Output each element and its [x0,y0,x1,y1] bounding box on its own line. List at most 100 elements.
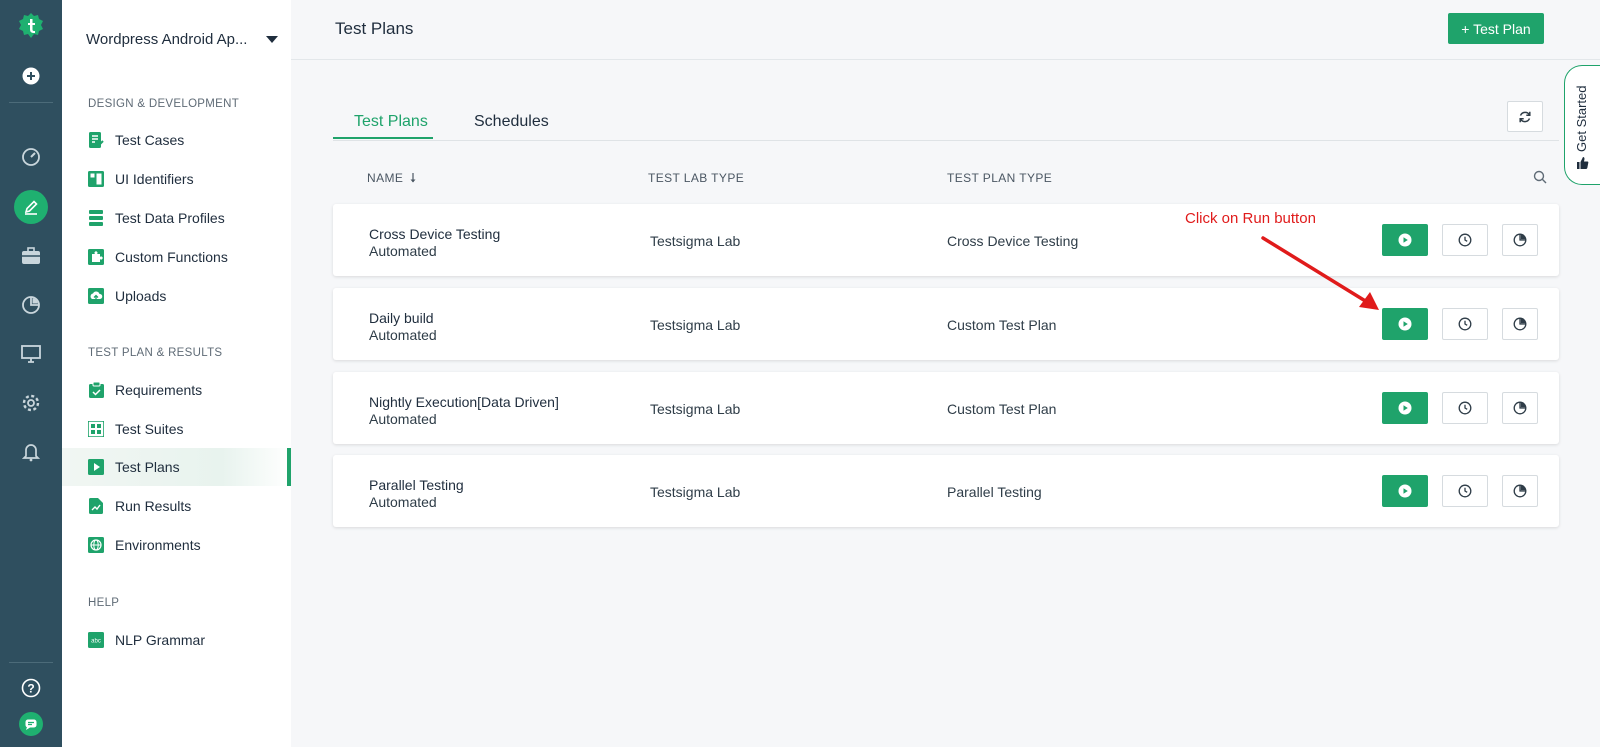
sidebar-item-nlp-grammar[interactable]: abc NLP Grammar [62,621,291,659]
play-circle-icon [1398,401,1412,415]
create-pencil-icon[interactable] [0,189,62,225]
test-plan-mode: Automated [369,411,437,427]
play-circle-icon [1398,233,1412,247]
pie-chart-icon [1513,484,1527,498]
test-plan-name[interactable]: Nightly Execution[Data Driven] [369,394,559,410]
settings-gear-icon[interactable] [0,385,62,421]
test-cases-icon [88,132,104,148]
sidebar-item-test-plans[interactable]: Test Plans [62,448,291,486]
add-test-plan-button[interactable]: + Test Plan [1448,13,1544,44]
annotation-text: Click on Run button [1185,210,1316,227]
ui-identifiers-icon [88,171,104,187]
get-started-label: Get Started [1574,85,1589,152]
pie-chart-icon[interactable] [0,287,62,323]
section-title-help: HELP [88,597,120,609]
sidebar-item-test-data-profiles[interactable]: Test Data Profiles [62,199,291,237]
page-title: Test Plans [335,19,414,38]
thumbs-up-icon [1577,157,1589,169]
clipboard-icon [88,382,104,398]
reports-button[interactable] [1502,224,1538,256]
play-icon [88,459,104,475]
project-name: Wordpress Android Ap... [86,30,248,48]
play-circle-icon [1398,317,1412,331]
testsigma-logo-icon[interactable] [0,8,62,44]
sidebar-item-environments[interactable]: Environments [62,526,291,564]
reports-button[interactable] [1502,475,1538,507]
add-circle-icon[interactable] [0,58,62,94]
test-lab-type: Testsigma Lab [650,317,741,333]
upload-icon [88,288,104,304]
svg-text:abc: abc [91,639,101,645]
test-plan-type: Custom Test Plan [947,401,1057,417]
search-icon[interactable] [1533,170,1547,184]
app-rail: ? [0,0,62,747]
test-plan-mode: Automated [369,494,437,510]
reports-button[interactable] [1502,308,1538,340]
tab-test-plans[interactable]: Test Plans [354,113,428,131]
monitor-icon[interactable] [0,336,62,372]
run-button[interactable] [1382,392,1428,424]
refresh-button[interactable] [1507,101,1543,132]
active-tab-indicator [333,137,433,139]
dashboard-icon[interactable] [0,139,62,175]
test-plan-name[interactable]: Parallel Testing [369,477,464,493]
test-plan-name[interactable]: Daily build [369,310,434,326]
clock-icon [1458,484,1472,498]
test-plan-type: Cross Device Testing [947,233,1079,249]
sidebar-item-custom-functions[interactable]: Custom Functions [62,238,291,276]
test-plan-mode: Automated [369,327,437,343]
test-data-icon [88,210,104,226]
get-started-tab[interactable]: Get Started [1564,65,1600,185]
side-navigation: Wordpress Android Ap... DESIGN & DEVELOP… [62,0,291,747]
schedule-button[interactable] [1442,392,1488,424]
sidebar-item-test-cases[interactable]: Test Cases [62,121,291,159]
play-circle-icon [1398,484,1412,498]
refresh-icon [1519,111,1531,122]
sidebar-item-requirements[interactable]: Requirements [62,371,291,409]
schedule-button[interactable] [1442,475,1488,507]
test-lab-type: Testsigma Lab [650,484,741,500]
sidebar-item-ui-identifiers[interactable]: UI Identifiers [62,160,291,198]
test-lab-type: Testsigma Lab [650,401,741,417]
column-header-test-lab-type: TEST LAB TYPE [648,171,745,185]
help-icon[interactable]: ? [0,670,62,706]
sidebar-item-uploads[interactable]: Uploads [62,277,291,315]
pie-chart-icon [1513,233,1527,247]
column-header-name[interactable]: NAME [367,171,403,185]
run-button[interactable] [1382,475,1428,507]
clock-icon [1458,317,1472,331]
svg-text:?: ? [27,682,34,696]
sort-icon[interactable] [409,172,417,184]
test-lab-type: Testsigma Lab [650,233,741,249]
tabs-divider [333,140,1559,141]
test-suites-icon [88,421,104,437]
bell-icon[interactable] [0,434,62,470]
pie-chart-icon [1513,317,1527,331]
sidebar-item-run-results[interactable]: Run Results [62,487,291,525]
tab-schedules[interactable]: Schedules [474,113,549,131]
sidebar-item-test-suites[interactable]: Test Suites [62,410,291,448]
column-header-test-plan-type: TEST PLAN TYPE [947,171,1053,185]
briefcase-icon[interactable] [0,238,62,274]
test-plan-name[interactable]: Cross Device Testing [369,226,500,242]
test-plan-type: Parallel Testing [947,484,1042,500]
schedule-button[interactable] [1442,308,1488,340]
clock-icon [1458,233,1472,247]
chevron-down-icon [266,35,278,43]
annotation-arrow-icon [1261,236,1379,310]
schedule-button[interactable] [1442,224,1488,256]
pie-chart-icon [1513,401,1527,415]
chat-icon[interactable] [0,706,62,742]
reports-button[interactable] [1502,392,1538,424]
abc-icon: abc [88,632,104,648]
globe-icon [88,537,104,553]
project-selector[interactable]: Wordpress Android Ap... [86,28,282,50]
run-button[interactable] [1382,224,1428,256]
table-row: Parallel Testing Automated Testsigma Lab… [333,455,1559,527]
clock-icon [1458,401,1472,415]
run-button[interactable] [1382,308,1428,340]
run-results-icon [88,498,104,514]
test-plan-mode: Automated [369,243,437,259]
section-title-design: DESIGN & DEVELOPMENT [88,98,240,110]
test-plan-type: Custom Test Plan [947,317,1057,333]
